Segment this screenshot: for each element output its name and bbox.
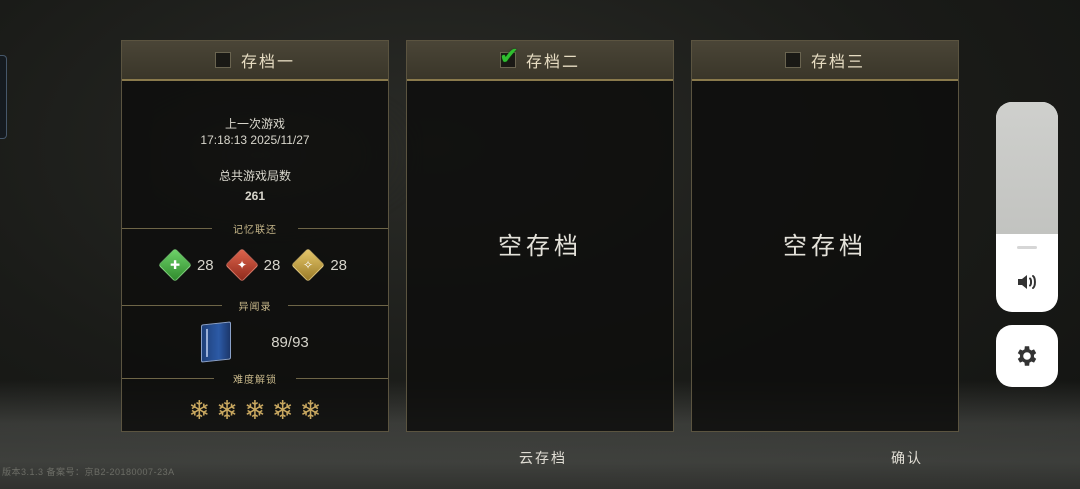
records-section-label: 异闻录: [238, 302, 272, 313]
red-sword-gem-icon: ✦: [224, 248, 259, 282]
settings-button[interactable]: [996, 325, 1058, 387]
volume-slider-handle[interactable]: [1017, 246, 1037, 249]
side-drawer-handle[interactable]: [0, 55, 7, 139]
memory-stats: ✚ 28 ✦ 28 ✧ 28: [122, 248, 388, 282]
volume-slider-track: [996, 102, 1058, 234]
save-slot-2-checkbox[interactable]: ✔: [499, 45, 519, 69]
book-icon: [201, 321, 232, 363]
difficulty-flakes: ❄ ❄ ❄ ❄ ❄: [122, 396, 388, 424]
memory-section-divider: 记忆联还: [122, 221, 388, 236]
total-games-value: 261: [244, 189, 266, 203]
difficulty-section-label: 难度解锁: [233, 375, 277, 386]
save-slot-2-empty-label: 空存档: [498, 232, 582, 260]
green-heart-gem-icon: ✚: [157, 248, 192, 282]
memory-stat-green: ✚ 28: [157, 248, 214, 282]
records-value: 89/93: [271, 333, 309, 351]
last-play-time: 17:18:13 2025/11/27: [200, 133, 310, 147]
total-games-label: 总共游戏局数: [218, 169, 291, 183]
save-slot-1-title: 存档一: [240, 52, 295, 71]
snowflake-icon: ❄: [299, 395, 322, 425]
checkmark-icon: ✔: [498, 43, 520, 70]
version-text: 版本3.1.3 备案号：京B2-20180007-23A: [2, 467, 175, 477]
save-slot-3-empty-label: 空存档: [783, 232, 867, 260]
difficulty-section-divider: 难度解锁: [122, 371, 388, 386]
save-slot-2-title: 存档二: [525, 52, 580, 71]
save-slot-3-header[interactable]: 存档三: [692, 41, 958, 81]
last-play-label: 上一次游戏: [224, 117, 285, 131]
gold-gem-icon: ✧: [291, 248, 326, 282]
snowflake-icon: ❄: [271, 395, 294, 425]
save-slot-3[interactable]: 存档三 空存档: [691, 40, 959, 432]
save-slot-1-header[interactable]: 存档一: [122, 41, 388, 81]
save-slot-3-title: 存档三: [810, 52, 865, 71]
memory-stat-red: ✦ 28: [224, 248, 280, 282]
snowflake-icon: ❄: [216, 395, 239, 425]
save-slot-1[interactable]: 存档一 上一次游戏 17:18:13 2025/11/27 总共游戏局数 261…: [121, 40, 389, 432]
snowflake-icon: ❄: [188, 395, 211, 425]
gear-icon: [1017, 346, 1037, 366]
volume-slider[interactable]: [996, 102, 1058, 312]
cloud-save-button[interactable]: 云存档: [519, 448, 567, 468]
save-slot-2[interactable]: ✔ 存档二 空存档: [406, 40, 674, 432]
records-section-divider: 异闻录: [122, 298, 388, 313]
speaker-icon: [1018, 275, 1036, 289]
memory-section-label: 记忆联还: [233, 225, 277, 236]
confirm-button[interactable]: 确认: [891, 448, 923, 468]
save-slot-3-checkbox[interactable]: [784, 52, 801, 68]
memory-stat-gold: ✧ 28: [291, 248, 347, 282]
save-slot-1-checkbox[interactable]: [214, 52, 231, 68]
save-slot-2-header[interactable]: ✔ 存档二: [407, 41, 673, 81]
records-row: 89/93: [122, 321, 388, 363]
snowflake-icon: ❄: [244, 395, 266, 425]
